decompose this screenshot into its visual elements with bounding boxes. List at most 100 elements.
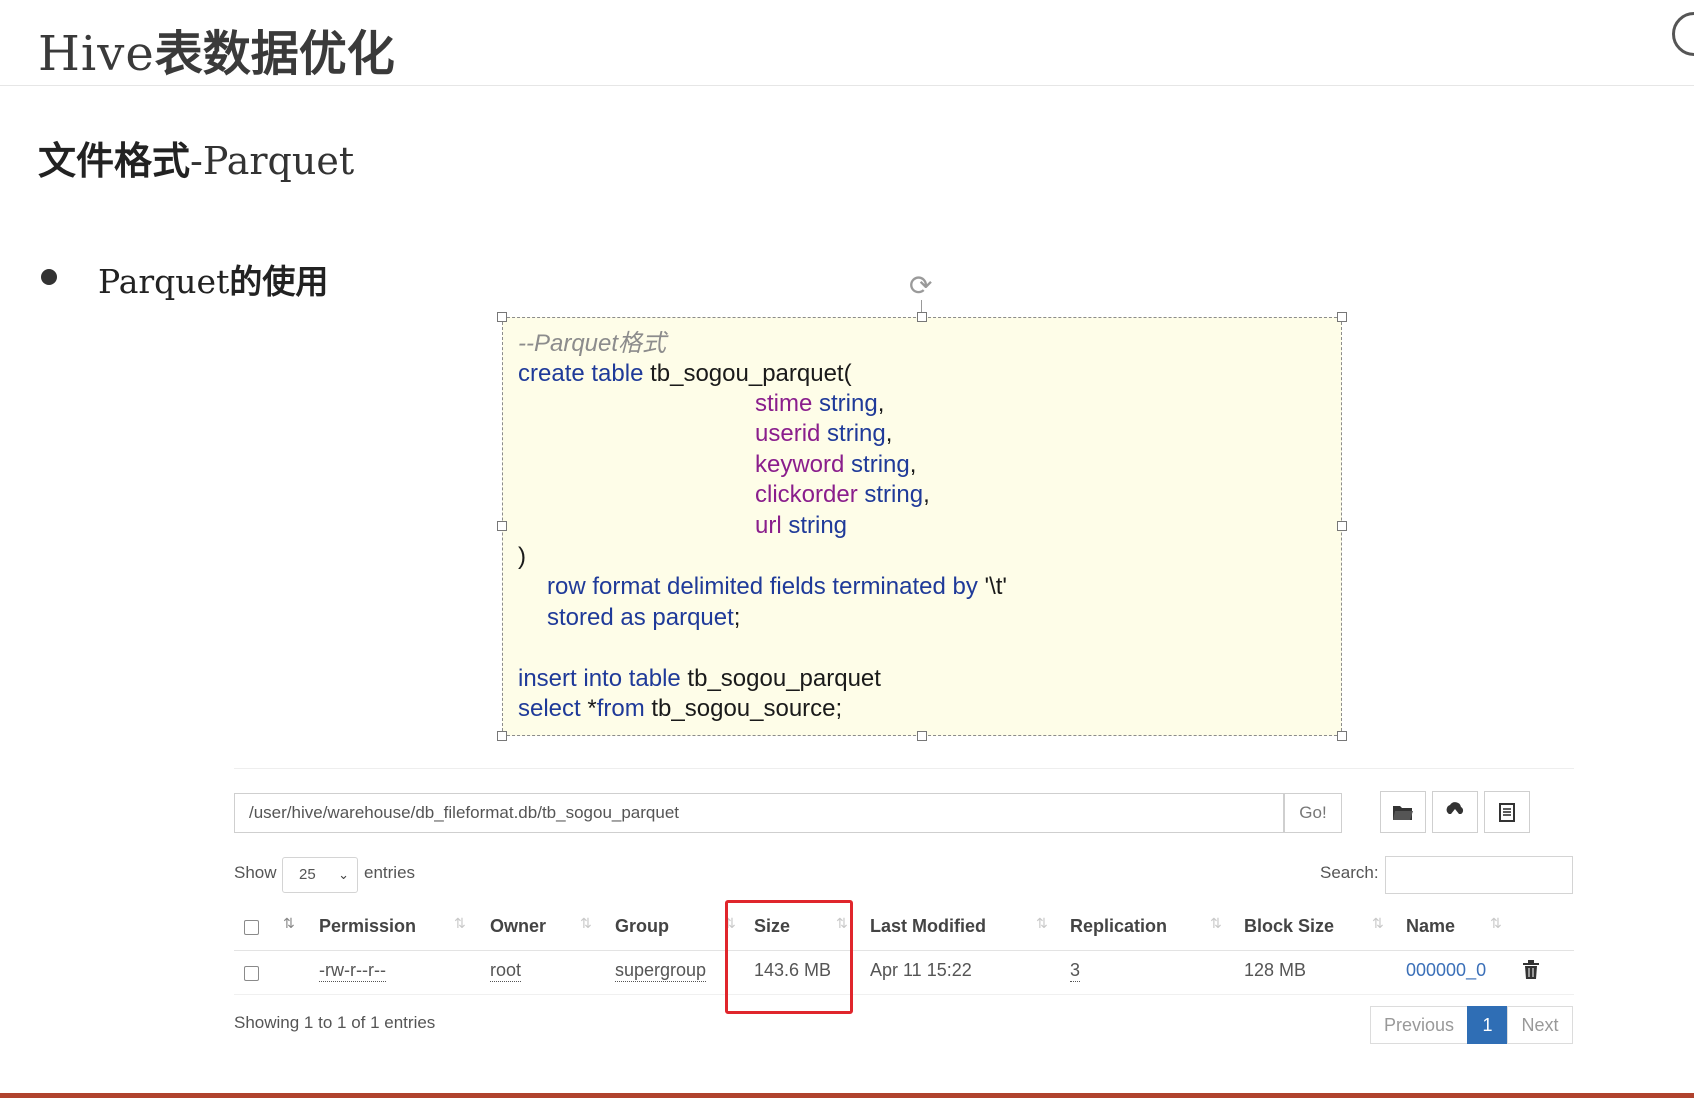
column-header-owner[interactable]: Owner [490,916,546,937]
column-header-last-modified[interactable]: Last Modified [870,916,986,937]
code-field-type: string [857,481,924,508]
section-divider [234,768,1574,769]
previous-page-button[interactable]: Previous [1370,1006,1468,1044]
cell-name-link[interactable]: 000000_0 [1406,960,1486,981]
resize-handle-bottom-left[interactable] [497,731,507,741]
clipboard-button[interactable] [1484,791,1530,833]
sort-icon[interactable]: ⇅ [1372,916,1384,932]
sort-icon[interactable]: ⇅ [1490,916,1502,932]
slide-title-latin: Hive [38,26,155,82]
code-keyword: stored as parquet [547,604,734,631]
bullet-text-en: Parquet [98,262,230,301]
code-comment: --Parquet格式 [518,330,667,357]
code-keyword: from [596,695,645,722]
rotate-handle-icon[interactable]: ⟳ [909,272,932,300]
slide-title-cn: 表数据优化 [154,26,395,82]
code-line-field: userid string, [755,422,892,446]
resize-handle-left[interactable] [497,521,507,531]
code-line-stored: stored as parquet; [547,606,740,630]
cell-group[interactable]: supergroup [615,960,707,982]
sort-asc-icon[interactable]: ⇅ [283,916,295,932]
select-all-checkbox[interactable] [244,920,259,935]
subtitle-cn: 文件格式 [38,139,191,183]
column-header-replication[interactable]: Replication [1070,916,1167,937]
column-header-group[interactable]: Group [615,916,669,937]
code-field-name: url [755,512,782,539]
corner-circle-icon [1672,12,1694,56]
cell-replication[interactable]: 3 [1070,960,1081,982]
cell-last-modified: Apr 11 15:22 [870,960,972,980]
code-text: tb_sogou_parquet( [643,360,852,387]
upload-icon [1446,802,1464,820]
code-keyword: select [518,695,581,722]
code-text: ; [733,604,741,631]
slide-title: Hive表数据优化 [38,14,395,84]
folder-icon [1393,806,1413,820]
resize-handle-bottom[interactable] [917,731,927,741]
code-field-name: keyword [755,451,845,478]
code-separator: , [885,420,893,447]
code-field-type: string [844,451,910,478]
bullet-text: Parquet的使用 [98,255,328,303]
sort-icon[interactable]: ⇅ [580,916,592,932]
table-row-divider [234,994,1574,995]
code-field-name: clickorder [755,481,858,508]
page-1-button[interactable]: 1 [1467,1006,1508,1044]
table-info: Showing 1 to 1 of 1 entries [234,1013,436,1032]
row-checkbox[interactable] [244,966,259,981]
clipboard-icon [1499,803,1515,822]
resize-handle-top-left[interactable] [497,312,507,322]
resize-handle-top[interactable] [917,312,927,322]
sort-icon[interactable]: ⇅ [1036,916,1048,932]
code-field-name: userid [755,420,821,447]
size-column-highlight [725,900,853,1014]
code-text: '\t' [977,573,1008,600]
hdfs-path-input[interactable] [234,793,1284,833]
column-header-block-size[interactable]: Block Size [1244,916,1334,937]
slide-subtitle: 文件格式-Parquet [38,130,354,185]
entries-select[interactable]: 25 ⌄ [282,857,358,893]
cell-permission[interactable]: -rw-r--r-- [319,960,386,982]
entries-label: entries [364,863,416,882]
next-page-button[interactable]: Next [1507,1006,1573,1044]
folder-button[interactable] [1380,791,1426,833]
column-header-name[interactable]: Name [1406,916,1455,937]
code-line-row-format: row format delimited fields terminated b… [547,575,1007,599]
entries-select-value: 25 [299,866,316,883]
resize-handle-right[interactable] [1337,521,1347,531]
go-button[interactable]: Go! [1284,793,1342,833]
rotate-handle-stem [921,300,922,312]
sort-icon[interactable]: ⇅ [1210,916,1222,932]
bottom-accent-bar [0,1093,1694,1098]
code-keyword: insert into table [518,665,681,692]
code-line-field: keyword string, [755,453,916,477]
code-field-type: string [820,420,886,447]
code-text: * [580,695,597,722]
search-input[interactable] [1385,856,1573,894]
table-header-divider [234,950,1574,951]
delete-button[interactable] [1523,960,1539,984]
code-line-field: stime string, [755,392,884,416]
sort-icon[interactable]: ⇅ [454,916,466,932]
search-label: Search: [1320,863,1379,882]
code-line-field: clickorder string, [755,483,930,507]
code-line-field: url string [755,514,847,538]
code-keyword: row format delimited fields terminated b… [547,573,978,600]
show-label: Show [234,863,277,882]
code-text: tb_sogou_source; [644,695,843,722]
cell-owner[interactable]: root [490,960,522,982]
resize-handle-top-right[interactable] [1337,312,1347,322]
bullet-text-cn: 的使用 [229,262,329,301]
trash-icon [1523,960,1539,979]
code-line-select: select *from tb_sogou_source; [518,697,842,721]
code-separator: , [909,451,917,478]
code-line-insert: insert into table tb_sogou_parquet [518,667,881,691]
upload-button[interactable] [1432,791,1478,833]
resize-handle-bottom-right[interactable] [1337,731,1347,741]
code-separator: , [923,481,930,508]
column-header-permission[interactable]: Permission [319,916,416,937]
subtitle-en: -Parquet [190,139,355,183]
code-line-create: create table tb_sogou_parquet( [518,362,852,386]
code-keyword: create table [518,360,644,387]
code-field-name: stime [755,390,813,417]
